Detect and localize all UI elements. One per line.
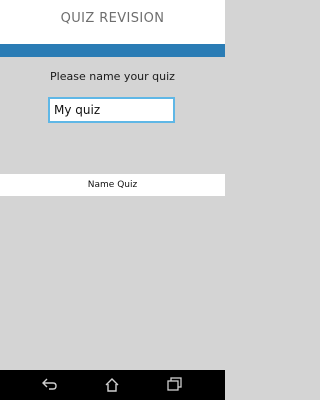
home-icon bbox=[105, 378, 119, 392]
title-bar: QUIZ REVISION bbox=[0, 0, 225, 44]
quiz-name-input[interactable] bbox=[48, 97, 175, 123]
quiz-name-prompt: Please name your quiz bbox=[50, 70, 175, 83]
accent-bar bbox=[0, 44, 225, 57]
recent-apps-button[interactable] bbox=[160, 374, 190, 396]
home-button[interactable] bbox=[97, 374, 127, 396]
recent-apps-icon bbox=[167, 377, 182, 391]
back-icon bbox=[42, 378, 57, 390]
name-quiz-button[interactable]: Name Quiz bbox=[0, 174, 225, 196]
system-nav-bar bbox=[0, 370, 225, 400]
app-title: QUIZ REVISION bbox=[60, 11, 165, 26]
back-button[interactable] bbox=[35, 374, 65, 396]
